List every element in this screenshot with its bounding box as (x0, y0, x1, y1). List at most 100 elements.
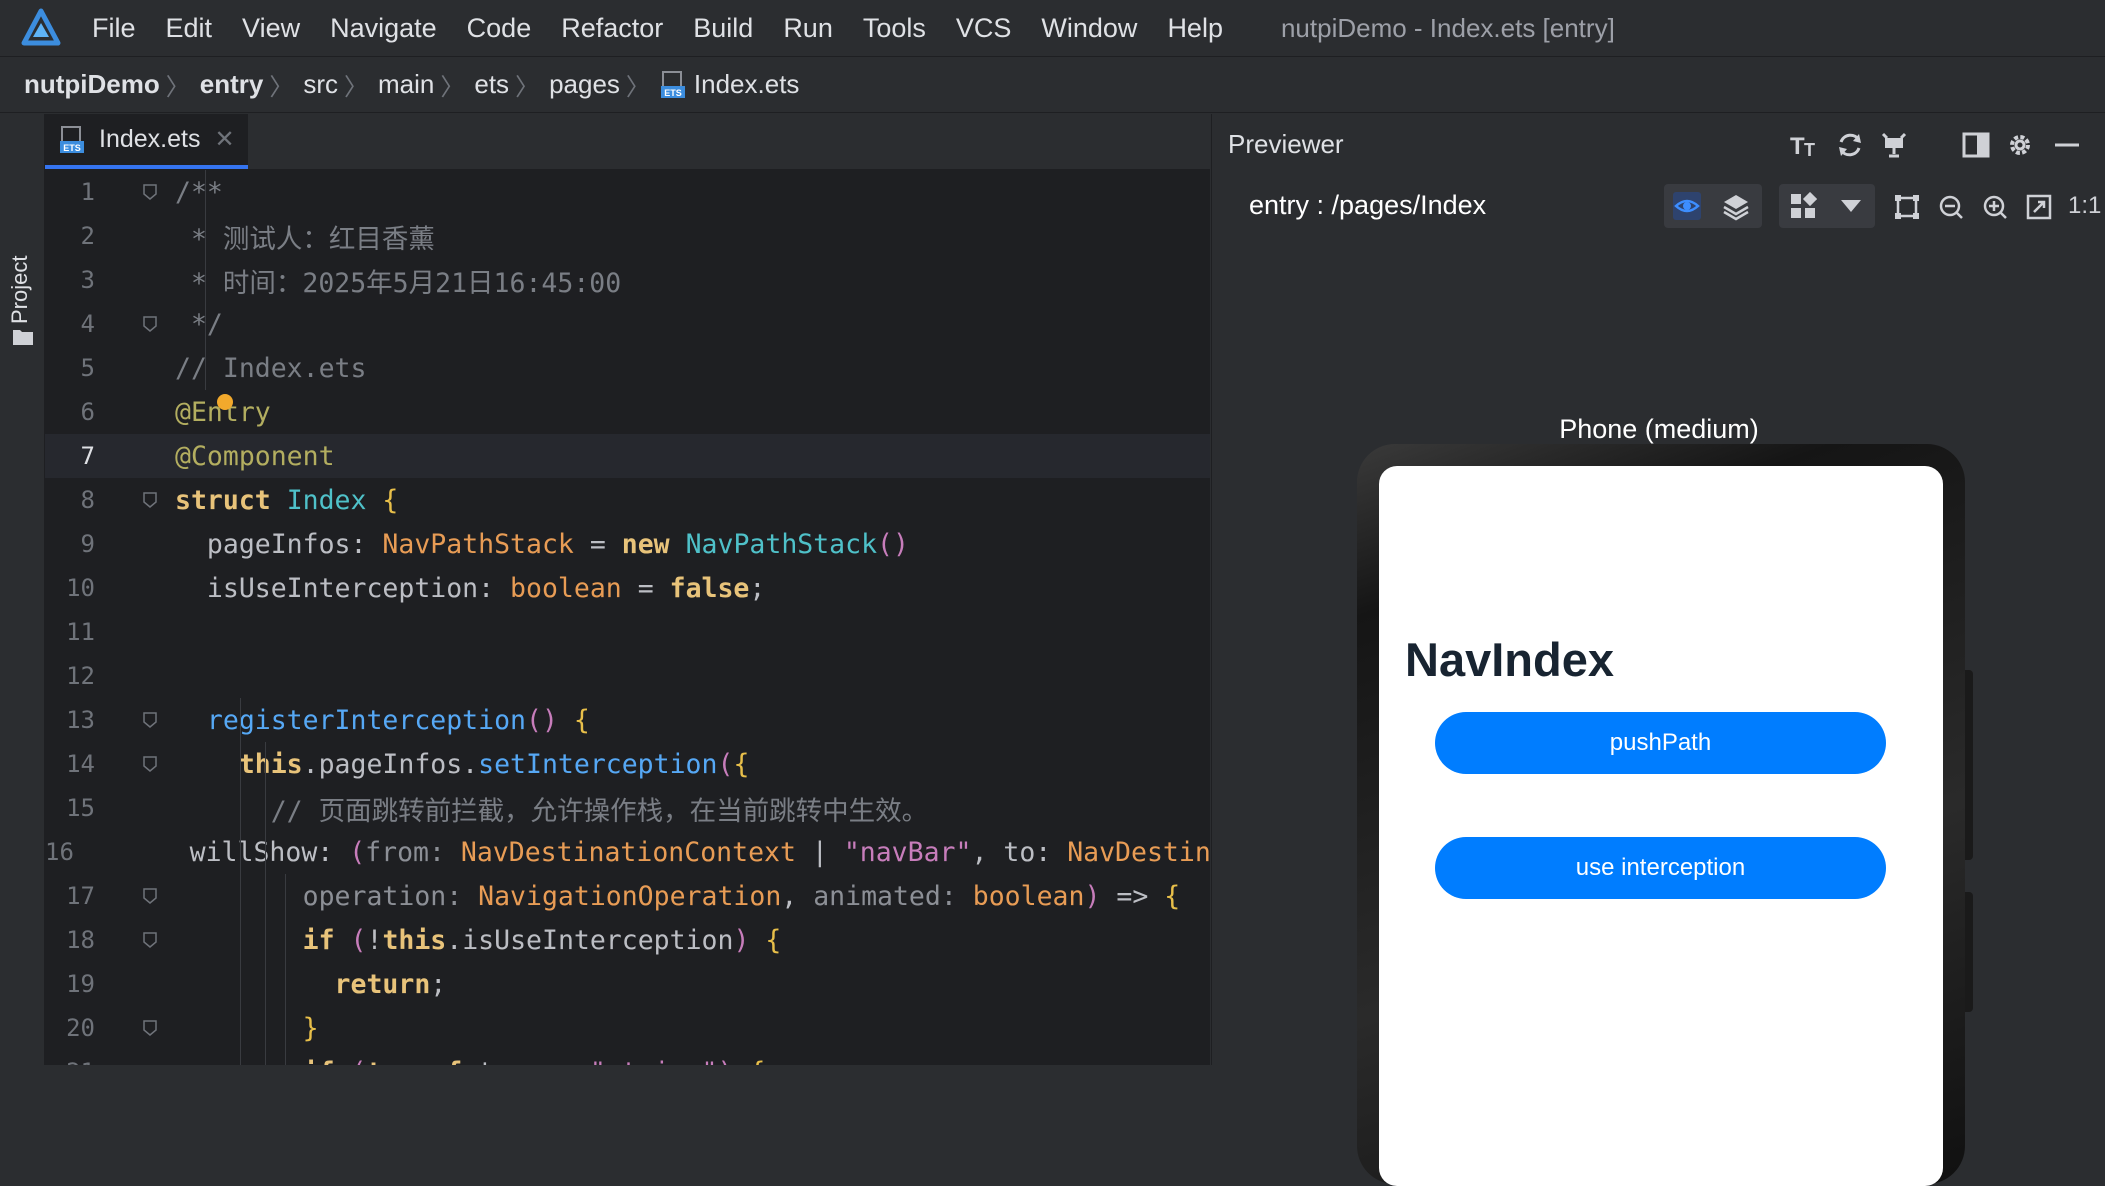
line-number: 11 (66, 618, 95, 646)
breadcrumb-item[interactable]: main (378, 69, 434, 100)
breadcrumb-item[interactable]: nutpiDemo (24, 69, 160, 100)
gear-icon[interactable] (2005, 130, 2035, 160)
menu-refactor[interactable]: Refactor (561, 13, 663, 44)
menu-edit[interactable]: Edit (166, 13, 213, 44)
breadcrumb-separator: 〉 (269, 74, 294, 101)
folder-icon[interactable] (12, 328, 34, 346)
menu-run[interactable]: Run (783, 13, 833, 44)
code-line[interactable]: 21 if (typeof to === "string") { (45, 1050, 1210, 1066)
code-text: * 时间：2025年5月21日16:45:00 (175, 261, 621, 300)
menu-build[interactable]: Build (693, 13, 753, 44)
breadcrumb-item[interactable]: src (303, 69, 338, 100)
refresh-icon[interactable] (1835, 130, 1865, 160)
code-line[interactable]: 3 * 时间：2025年5月21日16:45:00 (45, 258, 1210, 302)
code-line[interactable]: 2 * 测试人：红目香薰 (45, 214, 1210, 258)
code-line[interactable]: 11 (45, 610, 1210, 654)
gutter (115, 566, 175, 610)
grid-icon[interactable] (1789, 192, 1817, 220)
intention-bulb-icon[interactable] (217, 394, 233, 410)
push-path-button[interactable]: pushPath (1435, 712, 1886, 774)
fold-icon[interactable] (143, 184, 157, 200)
layers-icon[interactable] (1721, 191, 1751, 221)
code-line[interactable]: 19 return; (45, 962, 1210, 1006)
eye-icon[interactable] (1672, 191, 1702, 221)
fold-icon[interactable] (143, 492, 157, 508)
code-token: boolean (510, 572, 638, 604)
code-token: // Index.ets (175, 352, 367, 384)
menu-window[interactable]: Window (1041, 13, 1137, 44)
line-number: 19 (66, 970, 95, 998)
fold-icon[interactable] (143, 316, 157, 332)
zoom-out-icon[interactable] (1938, 194, 1964, 220)
fold-icon[interactable] (143, 932, 157, 948)
code-line[interactable]: 5 // Index.ets (45, 346, 1210, 390)
font-size-icon[interactable]: T T (1790, 130, 1820, 160)
menu-view[interactable]: View (242, 13, 300, 44)
plug-icon[interactable] (1879, 130, 1909, 160)
deveco-logo-icon[interactable] (20, 7, 62, 49)
breadcrumb-separator: 〉 (344, 74, 369, 101)
fold-icon[interactable] (143, 712, 157, 728)
crop-icon[interactable] (1894, 194, 1920, 220)
minimize-icon[interactable] (2052, 130, 2082, 160)
fit-screen-icon[interactable] (2026, 194, 2052, 220)
line-number: 10 (66, 574, 95, 602)
menu-vcs[interactable]: VCS (956, 13, 1012, 44)
gutter (115, 346, 175, 390)
code-line[interactable]: 1 /** (45, 170, 1210, 214)
project-tool-button[interactable]: Project (7, 256, 33, 324)
code-line[interactable]: 18 if (!this.isUseInterception) { (45, 918, 1210, 962)
code-token: "navBar" (843, 836, 972, 868)
gutter (115, 1006, 175, 1050)
code-text: return; (175, 969, 447, 1000)
breadcrumb-item[interactable]: ETS Index.ets (660, 69, 799, 100)
line-number: 8 (80, 486, 95, 514)
code-line[interactable]: 12 (45, 654, 1210, 698)
menu-navigate[interactable]: Navigate (330, 13, 437, 44)
breadcrumb-item[interactable]: entry (200, 69, 264, 100)
code-line[interactable]: 10 isUseInterception: boolean = false; (45, 566, 1210, 610)
menu-help[interactable]: Help (1167, 13, 1223, 44)
code-token: NavDestinationContext (460, 836, 812, 868)
code-line[interactable]: 14 this.pageInfos.setInterception({ (45, 742, 1210, 786)
close-icon[interactable]: ✕ (214, 125, 234, 154)
menu-file[interactable]: File (92, 13, 136, 44)
breadcrumb-item[interactable]: pages (549, 69, 620, 100)
split-view-icon[interactable] (1961, 130, 1991, 160)
code-token: false (669, 572, 750, 604)
code-area[interactable]: 1/** 2 * 测试人：红目香薰 3 * 时间：2025年5月21日16:45:0… (45, 170, 1210, 1065)
chevron-down-icon[interactable] (1837, 196, 1865, 216)
fold-icon[interactable] (143, 756, 157, 772)
gutter (115, 874, 175, 918)
use-interception-button[interactable]: use interception (1435, 837, 1886, 899)
code-line[interactable]: 13 registerInterception() { (45, 698, 1210, 742)
code-token: NavPathStack (685, 528, 878, 560)
code-line[interactable]: 9 pageInfos: NavPathStack = new NavPathS… (45, 522, 1210, 566)
gutter (115, 962, 175, 1006)
gutter (115, 1050, 175, 1065)
code-token: ) (717, 1057, 749, 1066)
code-line[interactable]: 15 // 页面跳转前拦截，允许操作栈，在当前跳转中生效。 (45, 786, 1210, 830)
fold-icon[interactable] (143, 888, 157, 904)
code-text: struct Index { (175, 485, 398, 516)
actual-size-button[interactable]: 1:1 (2068, 192, 2101, 220)
zoom-in-icon[interactable] (1982, 194, 2008, 220)
code-line[interactable]: 8 struct Index { (45, 478, 1210, 522)
code-token: if (175, 924, 351, 956)
code-token: ; (749, 572, 766, 604)
code-line[interactable]: 7 @Component (45, 434, 1210, 478)
fold-icon[interactable] (143, 1020, 157, 1036)
menu-tools[interactable]: Tools (863, 13, 926, 44)
code-token: pageInfos: (175, 528, 383, 560)
code-line[interactable]: 16 willShow: (from: NavDestinationContex… (45, 830, 1210, 874)
code-line[interactable]: 17 operation: NavigationOperation, anima… (45, 874, 1210, 918)
code-text: willShow: (from: NavDestinationContext |… (94, 837, 1210, 868)
code-line[interactable]: 4 */ (45, 302, 1210, 346)
code-line[interactable]: 6 @Entry (45, 390, 1210, 434)
code-token: typeof (366, 1057, 478, 1066)
breadcrumb-item[interactable]: ets (474, 69, 509, 100)
tab-index-ets[interactable]: ETS Index.ets ✕ (45, 114, 248, 169)
menu-code[interactable]: Code (467, 13, 532, 44)
code-line[interactable]: 20 } (45, 1006, 1210, 1050)
gutter (115, 918, 175, 962)
